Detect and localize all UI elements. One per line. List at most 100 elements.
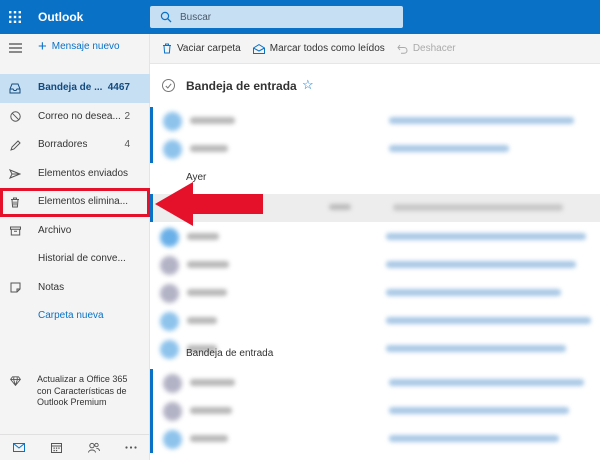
folder-label: Elementos enviados [38,167,129,179]
folder-label: Notas [38,281,65,293]
more-nav-button[interactable] [113,435,151,460]
send-icon [9,168,21,180]
sender-name [190,117,235,124]
app-title[interactable]: Outlook [38,10,83,24]
folder-archive[interactable]: Archivo [0,217,150,246]
search-icon [160,11,172,23]
sender-name [187,289,227,296]
mark-all-read-label: Marcar todos como leídos [269,43,385,54]
premium-text: Actualizar a Office 365 con Característi… [37,374,128,407]
folder-title: Bandeja de entrada [186,79,297,93]
message-time [329,204,351,210]
new-message-label: Mensaje nuevo [51,41,120,52]
sender-name [190,435,228,442]
folder-sent[interactable]: Elementos enviados [0,160,150,189]
check-icon [165,82,172,89]
avatar [163,112,182,131]
people-icon [87,442,100,453]
folder-pane: + Mensaje nuevo Bandeja de ... 4467 Corr… [0,34,150,460]
folder-notes[interactable]: Notas [0,274,150,303]
folder-list: Bandeja de ... 4467 Correo no desea... 2… [0,74,150,331]
message-subject [389,435,559,442]
sender-name [190,407,232,414]
folder-label: Historial de conve... [38,253,126,264]
message-subject [393,204,563,211]
message-row[interactable] [150,279,600,307]
folder-conversation-history[interactable]: Historial de conve... [0,245,150,274]
empty-folder-label: Vaciar carpeta [177,43,241,54]
message-row[interactable] [150,307,600,335]
trash-icon [162,43,172,54]
people-nav-button[interactable] [75,435,113,460]
new-folder-link[interactable]: Carpeta nueva [0,302,150,331]
undo-icon [397,44,408,54]
undo-button[interactable]: Deshacer [397,43,456,54]
message-row[interactable] [150,369,600,397]
message-subject [386,233,586,240]
junk-icon [9,111,21,123]
sender-name [187,261,229,268]
app-launcher-button[interactable] [0,0,30,34]
sender-name [187,317,217,324]
calendar-icon [50,443,62,453]
message-row[interactable] [150,397,600,425]
envelope-open-icon [252,43,265,54]
avatar [160,340,179,359]
message-list-header: Bandeja de entrada ☆ [150,64,600,108]
star-icon[interactable]: ☆ [302,77,314,93]
message-subject [386,317,591,324]
avatar [160,256,179,275]
avatar [160,228,179,247]
search-box[interactable] [150,6,403,28]
message-row[interactable] [150,251,600,279]
new-folder-label: Carpeta nueva [38,310,104,321]
new-message-button[interactable]: + Mensaje nuevo [38,37,120,55]
diamond-icon [10,376,21,389]
message-list: Bandeja de entrada ☆ Ayer [150,64,600,460]
folder-inbox[interactable]: Bandeja de ... 4467 [0,74,150,103]
search-input[interactable] [180,11,380,23]
unread-count: 4467 [107,82,130,93]
folder-label: Archivo [38,224,72,236]
hamburger-icon [9,43,22,53]
avatar [163,402,182,421]
more-icon [125,446,137,449]
message-subject [386,289,561,296]
avatar [163,374,182,393]
undo-label: Deshacer [412,43,456,54]
select-all-checkbox[interactable] [162,79,175,92]
folder-drafts[interactable]: Borradores 4 [0,131,150,160]
collapse-pane-button[interactable] [9,43,22,53]
sender-name [187,233,219,240]
folder-label: Elementos elimina... [38,196,129,207]
message-subject [389,145,509,152]
avatar [160,312,179,331]
sender-name [190,145,228,152]
archive-icon [9,225,21,237]
folder-label: Bandeja de ... [38,82,103,93]
mail-icon [12,443,25,452]
message-subject [389,379,584,386]
waffle-icon [9,11,21,23]
message-row[interactable] [150,135,600,163]
message-row[interactable] [150,425,600,453]
calendar-nav-button[interactable] [38,435,76,460]
pencil-icon [9,139,21,151]
message-subject [389,407,569,414]
top-bar: Outlook [0,0,600,34]
message-row[interactable] [150,107,600,135]
folder-label: Correo no desea... [38,110,121,122]
sender-name [190,379,235,386]
plus-icon: + [38,37,47,55]
mark-all-read-button[interactable]: Marcar todos como leídos [252,43,385,54]
folder-deleted-items[interactable]: Elementos elimina... [0,188,150,217]
mail-nav-button[interactable] [0,435,38,460]
message-subject [386,345,566,352]
avatar [163,140,182,159]
folder-junk[interactable]: Correo no desea... 2 [0,103,150,132]
empty-folder-button[interactable]: Vaciar carpeta [162,43,241,54]
module-switcher [0,434,150,460]
message-subject [389,117,574,124]
message-subject [386,261,576,268]
note-icon [9,282,21,294]
